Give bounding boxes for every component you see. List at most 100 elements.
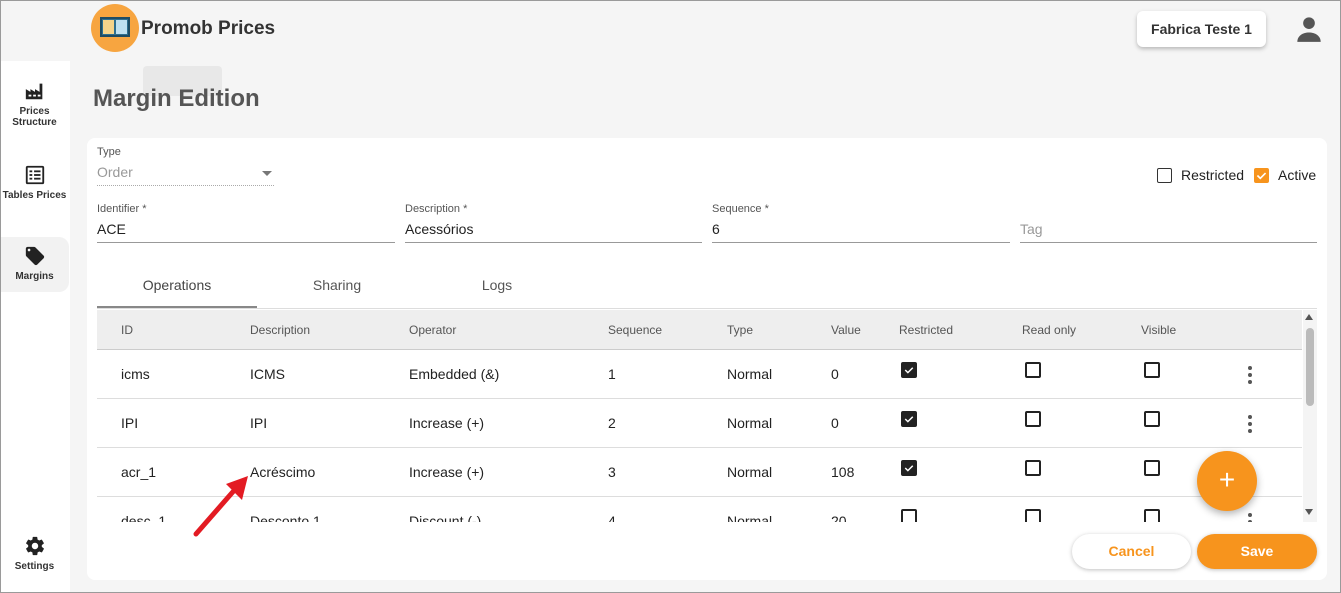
company-selector-button[interactable]: Fabrica Teste 1 (1137, 11, 1266, 47)
active-label: Active (1278, 167, 1317, 183)
logo-doc (116, 20, 127, 34)
cell-description: Desconto 1 (250, 513, 321, 522)
cell-type: Normal (727, 415, 773, 431)
restricted-checkbox[interactable] (1157, 168, 1172, 183)
scroll-down-icon[interactable] (1305, 509, 1313, 515)
save-button[interactable]: Save (1197, 534, 1317, 569)
nav-item-prices-structure[interactable]: Prices Structure (0, 80, 69, 128)
description-field[interactable]: Acessórios (405, 221, 473, 237)
nav-label: Settings (14, 561, 55, 572)
gear-icon (25, 536, 44, 556)
read-only-checkbox[interactable] (1025, 509, 1041, 522)
column-header-type[interactable]: Type (727, 323, 753, 337)
column-header-visible[interactable]: Visible (1141, 323, 1176, 337)
cell-value: 0 (831, 366, 839, 382)
column-header-operator[interactable]: Operator (409, 323, 456, 337)
restricted-checkbox[interactable] (901, 509, 917, 522)
more-vert-icon[interactable] (1248, 513, 1252, 522)
restricted-label: Restricted (1181, 167, 1245, 183)
tag-field[interactable]: Tag (1020, 221, 1043, 237)
column-header-sequence[interactable]: Sequence (608, 323, 662, 337)
table-row[interactable]: IPI IPI Increase (+) 2 Normal 0 (97, 399, 1302, 448)
tag-underline (1020, 242, 1317, 243)
cell-id: IPI (121, 415, 139, 431)
cell-id: acr_1 (121, 464, 157, 480)
factory-icon (25, 83, 42, 100)
sequence-field[interactable]: 6 (712, 221, 720, 237)
cell-operator: Discount (-) (409, 513, 482, 522)
cell-sequence: 1 (608, 366, 616, 382)
page-title: Margin Edition (93, 85, 260, 112)
visible-checkbox[interactable] (1144, 460, 1160, 476)
table-row[interactable]: acr_1 Acréscimo Increase (+) 3 Normal 10… (97, 448, 1302, 497)
nav-label: Margins (15, 271, 54, 282)
cell-description: ICMS (250, 366, 285, 382)
cell-operator: Embedded (&) (409, 366, 500, 382)
cell-description: IPI (250, 415, 268, 431)
cell-id: desc_1 (121, 513, 167, 522)
nav-label: Tables Prices (2, 190, 67, 201)
visible-checkbox[interactable] (1144, 411, 1160, 427)
table-row[interactable]: icms ICMS Embedded (&) 1 Normal 0 (97, 350, 1302, 399)
more-vert-icon[interactable] (1248, 415, 1252, 433)
column-header-id[interactable]: ID (121, 323, 133, 337)
column-header-value[interactable]: Value (831, 323, 861, 337)
column-header-restricted[interactable]: Restricted (899, 323, 953, 337)
table-body: icms ICMS Embedded (&) 1 Normal 0 IPI IP… (97, 350, 1302, 522)
visible-checkbox[interactable] (1144, 509, 1160, 522)
more-vert-icon[interactable] (1248, 366, 1252, 384)
restricted-checkbox[interactable] (901, 460, 917, 476)
add-operation-button[interactable]: + (1197, 451, 1257, 511)
tab-active-indicator (97, 306, 257, 308)
check-icon (904, 465, 914, 472)
side-nav-panel (1, 61, 70, 592)
tag-icon (25, 246, 44, 266)
sequence-label: Sequence * (712, 203, 769, 215)
app-logo[interactable] (91, 4, 139, 52)
identifier-underline (97, 242, 395, 243)
cell-value: 108 (831, 464, 855, 480)
account-icon[interactable] (1295, 15, 1323, 43)
nav-item-tables-prices[interactable]: Tables Prices (0, 164, 69, 201)
read-only-checkbox[interactable] (1025, 362, 1041, 378)
check-icon (904, 367, 914, 374)
check-icon (1256, 172, 1267, 180)
description-label: Description * (405, 203, 468, 215)
column-header-description[interactable]: Description (250, 323, 310, 337)
annotation-arrow-icon (193, 476, 248, 537)
tab-sharing[interactable]: Sharing (257, 277, 417, 293)
scroll-up-icon[interactable] (1305, 314, 1313, 320)
cell-id: icms (121, 366, 150, 382)
table-row[interactable]: desc_1 Desconto 1 Discount (-) 4 Normal … (97, 497, 1302, 522)
nav-item-settings[interactable]: Settings (0, 535, 69, 572)
cell-operator: Increase (+) (409, 415, 485, 431)
list-icon (25, 165, 44, 185)
visible-checkbox[interactable] (1144, 362, 1160, 378)
cancel-button[interactable]: Cancel (1072, 534, 1191, 569)
tab-logs[interactable]: Logs (417, 277, 577, 293)
tabs-divider (97, 308, 1317, 309)
logo-doc (103, 20, 114, 34)
cell-sequence: 3 (608, 464, 616, 480)
restricted-checkbox[interactable] (901, 362, 917, 378)
scrollbar-thumb[interactable] (1306, 328, 1314, 406)
read-only-checkbox[interactable] (1025, 460, 1041, 476)
tab-operations[interactable]: Operations (97, 277, 257, 293)
active-checkbox[interactable] (1254, 168, 1269, 183)
type-select[interactable]: Order (97, 164, 133, 180)
cell-type: Normal (727, 464, 773, 480)
read-only-checkbox[interactable] (1025, 411, 1041, 427)
identifier-field[interactable]: ACE (97, 221, 126, 237)
chevron-down-icon[interactable] (262, 171, 272, 176)
cell-operator: Increase (+) (409, 464, 485, 480)
cell-sequence: 4 (608, 513, 616, 522)
cell-type: Normal (727, 366, 773, 382)
type-underline (97, 185, 274, 186)
nav-label: Prices Structure (12, 106, 57, 128)
description-underline (405, 242, 702, 243)
column-header-read-only[interactable]: Read only (1022, 323, 1076, 337)
cell-value: 20 (831, 513, 847, 522)
restricted-checkbox[interactable] (901, 411, 917, 427)
cell-sequence: 2 (608, 415, 616, 431)
nav-item-margins[interactable]: Margins (0, 237, 69, 292)
